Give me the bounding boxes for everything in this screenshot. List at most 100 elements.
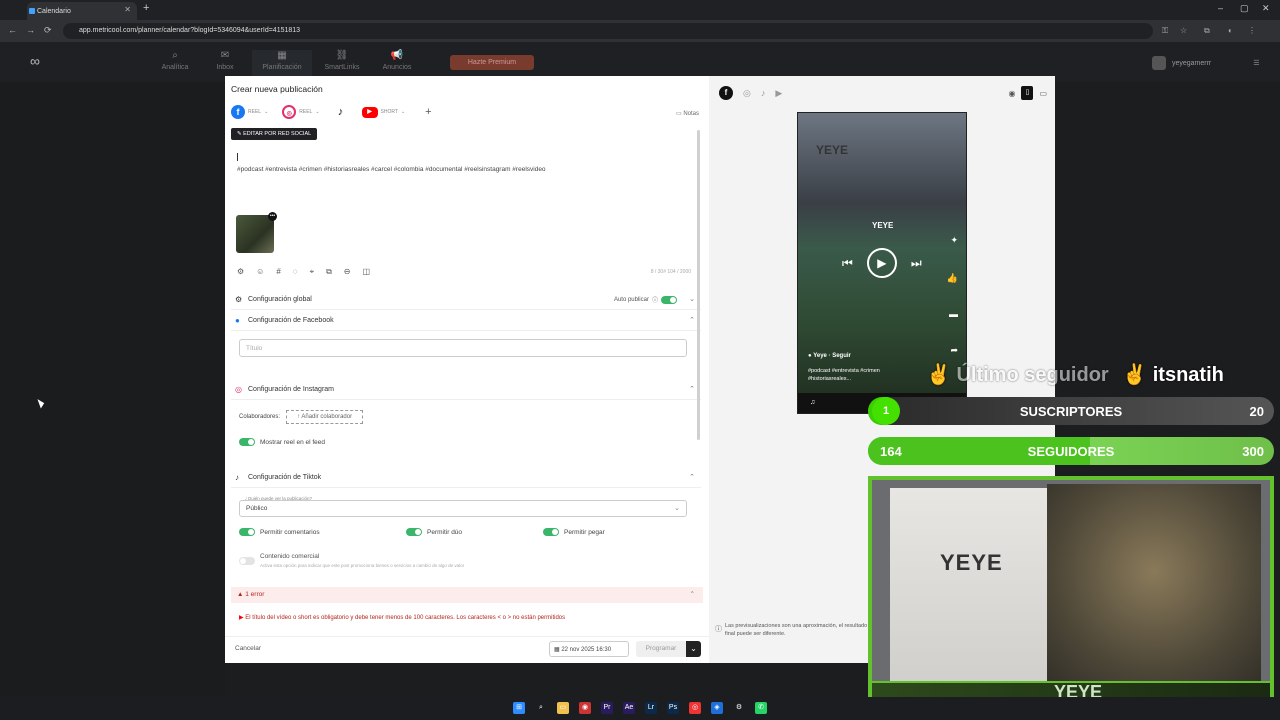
tiktok-preview-tab[interactable]: ♪: [761, 88, 766, 98]
add-network-button[interactable]: +: [425, 106, 431, 118]
app-icon[interactable]: ◉: [579, 702, 591, 714]
metricool-logo-icon[interactable]: ∞: [30, 54, 50, 68]
commercial-content-toggle[interactable]: [239, 557, 255, 565]
schedule-date-button[interactable]: ▦ 22 nov 2025 16:30: [549, 641, 629, 657]
post-text-area[interactable]: #podcast #entrevista #crimen #historiasr…: [237, 166, 546, 173]
network-instagram[interactable]: ◎ REEL ⌄: [282, 105, 320, 119]
extensions-icon[interactable]: ⧉: [1204, 26, 1210, 36]
network-youtube[interactable]: ▶ SHORT ⌄: [361, 106, 405, 118]
chevron-up-icon[interactable]: ⌃: [689, 473, 695, 481]
modal-title: Crear nueva publicación: [231, 84, 323, 94]
more-options-icon[interactable]: •••: [268, 212, 277, 221]
profile-icon[interactable]: ◐: [1228, 26, 1233, 35]
after-effects-icon[interactable]: Ae: [623, 702, 635, 714]
show-reel-option: Mostrar reel en el feed: [239, 438, 325, 446]
add-collaborator-button[interactable]: ↑ Añadir colaborador: [286, 410, 364, 424]
mobile-view-icon[interactable]: ▯: [1021, 86, 1034, 100]
reload-icon[interactable]: ⟳: [44, 25, 52, 36]
photoshop-icon[interactable]: Ps: [667, 702, 679, 714]
forward-icon[interactable]: →: [26, 25, 35, 35]
edit-by-network-button[interactable]: ✎ EDITAR POR RED SOCIAL: [231, 128, 318, 140]
favicon-icon: [29, 8, 35, 14]
schedule-options-chevron-icon[interactable]: ⌄: [686, 641, 701, 657]
chevron-up-icon[interactable]: ⌃: [689, 316, 695, 324]
location-icon[interactable]: ⌖: [310, 267, 315, 277]
app-icon[interactable]: ◈: [711, 702, 723, 714]
nav-analytics[interactable]: ⌕ Analítica: [150, 50, 200, 71]
modal-scrollbar[interactable]: [697, 130, 700, 440]
search-icon[interactable]: ⌕: [535, 702, 547, 714]
instagram-preview-tab[interactable]: ◎: [743, 88, 751, 99]
facebook-preview-tab[interactable]: f: [719, 86, 733, 100]
hamburger-icon[interactable]: ☰: [1253, 60, 1259, 67]
previous-icon[interactable]: ⏮: [842, 256, 853, 271]
chevron-up-icon[interactable]: ⌃: [690, 590, 695, 598]
last-follower-alert: ✌ Último seguidor ✌ itsnatih: [926, 362, 1224, 387]
chevron-down-icon[interactable]: ⌄: [315, 109, 319, 115]
youtube-preview-tab[interactable]: ▶: [775, 88, 782, 99]
bookmark-star-icon[interactable]: ☆: [1180, 26, 1187, 35]
extension-icon[interactable]: ⚿: [1162, 26, 1168, 36]
notes-button[interactable]: ▭ Notas: [676, 110, 699, 117]
media-library-icon[interactable]: ◫: [363, 267, 371, 277]
reel-icon[interactable]: ⊖: [344, 267, 351, 277]
settings-icon[interactable]: ⚙: [733, 702, 745, 714]
minimize-button[interactable]: –: [1218, 3, 1223, 13]
section-global-config[interactable]: ⚙ Configuración global Auto publicar ⓘ ⌄: [231, 289, 701, 310]
new-tab-button[interactable]: +: [143, 2, 149, 14]
whatsapp-icon[interactable]: ✆: [755, 702, 767, 714]
play-icon[interactable]: ▶: [866, 248, 897, 278]
chevron-down-icon[interactable]: ⌄: [401, 109, 405, 115]
allow-duo-toggle[interactable]: [406, 528, 422, 536]
section-facebook-config[interactable]: ● Configuración de Facebook ⌃: [231, 310, 701, 331]
cancel-button[interactable]: Cancelar: [235, 645, 261, 652]
eye-icon[interactable]: ◉: [1008, 89, 1015, 98]
notes-label: Notas: [683, 111, 699, 117]
chevron-down-icon[interactable]: ⌄: [264, 109, 268, 115]
tiktok-icon: ♪: [235, 472, 239, 482]
allow-stitch-toggle[interactable]: [543, 528, 559, 536]
browser-tab[interactable]: Calendario ✕: [27, 2, 137, 20]
lightroom-icon[interactable]: Lr: [645, 702, 657, 714]
hashtag-icon[interactable]: #: [276, 267, 280, 277]
maximize-button[interactable]: ▢: [1240, 3, 1249, 14]
desktop-view-icon[interactable]: ▭: [1039, 89, 1047, 98]
user-menu[interactable]: yeyegamerrr ☰: [1152, 56, 1259, 70]
windows-start-icon[interactable]: ⊞: [513, 702, 525, 714]
network-tiktok[interactable]: ♪: [333, 105, 348, 119]
auto-publish-toggle[interactable]: [661, 295, 677, 304]
show-reel-toggle[interactable]: [239, 438, 255, 446]
schedule-button[interactable]: Programar: [636, 641, 686, 657]
premium-button[interactable]: Hazte Premium: [450, 55, 534, 70]
nav-ads[interactable]: 📢 Anuncios: [372, 50, 422, 71]
close-window-button[interactable]: ✕: [1262, 3, 1270, 14]
visibility-select[interactable]: Público ⌄: [239, 500, 687, 517]
nav-smartlinks[interactable]: ⛓ SmartLinks: [317, 50, 367, 71]
section-tiktok-config[interactable]: ♪ Configuración de Tiktok ⌃: [231, 467, 701, 488]
allow-comments-toggle[interactable]: [239, 528, 255, 536]
mention-icon[interactable]: ◌: [293, 267, 298, 277]
taskbar: ⊞ ⌕ ▭ ◉ Pr Ae Lr Ps ◎ ◈ ⚙ ✆: [0, 697, 1280, 720]
chrome-menu-icon[interactable]: ⋮: [1248, 26, 1256, 35]
link-icon[interactable]: ⧉: [326, 267, 332, 277]
facebook-title-input[interactable]: Título: [239, 339, 687, 357]
chrome-icon[interactable]: ◎: [689, 702, 701, 714]
premiere-icon[interactable]: Pr: [601, 702, 613, 714]
file-explorer-icon[interactable]: ▭: [557, 702, 569, 714]
chevron-down-icon[interactable]: ⌄: [689, 295, 695, 303]
url-field[interactable]: app.metricool.com/planner/calendar?blogI…: [63, 23, 1153, 39]
media-thumbnail[interactable]: •••: [236, 212, 277, 253]
tab-close-icon[interactable]: ✕: [124, 5, 131, 14]
network-facebook[interactable]: f REEL ⌄: [231, 105, 268, 119]
calendar-icon: ▦: [554, 647, 560, 653]
error-panel[interactable]: ▲ 1 error ⌃: [231, 587, 703, 603]
section-instagram-config[interactable]: ◎ Configuración de Instagram ⌃: [231, 379, 701, 400]
nav-inbox[interactable]: ✉ Inbox: [200, 50, 250, 71]
emoji-icon[interactable]: ☺: [256, 267, 264, 277]
next-icon[interactable]: ⏭: [911, 256, 922, 271]
help-icon[interactable]: ⓘ: [652, 295, 658, 304]
allow-comments-label: Permitir comentarios: [260, 528, 320, 536]
ai-icon[interactable]: ⚙: [237, 267, 244, 277]
chevron-up-icon[interactable]: ⌃: [689, 385, 695, 393]
back-icon[interactable]: ←: [8, 25, 17, 35]
